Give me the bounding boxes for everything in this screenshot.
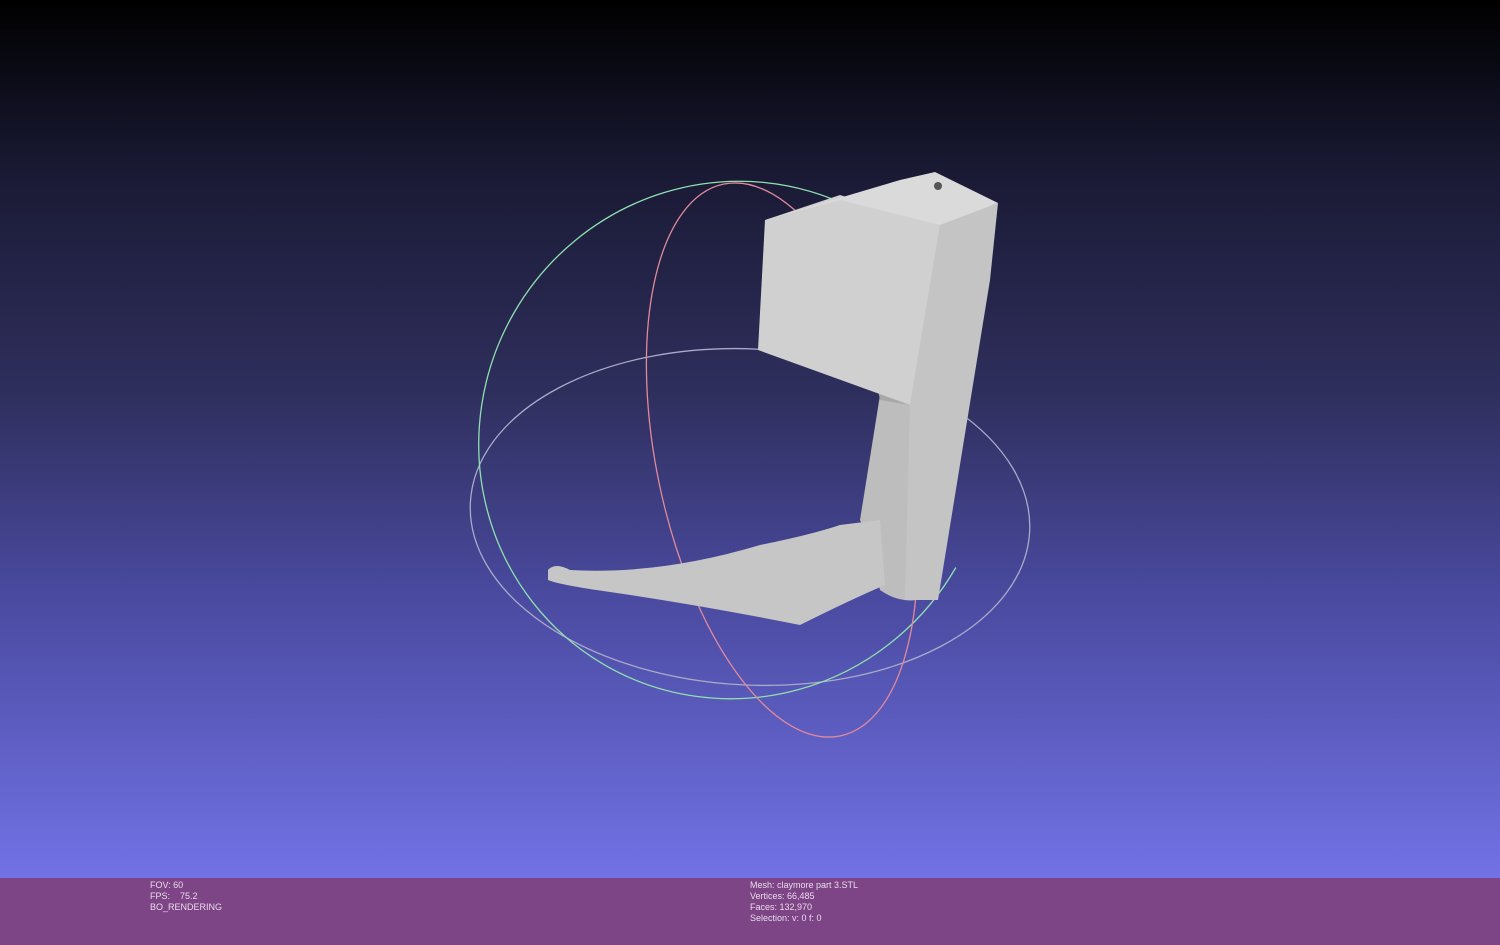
fov-readout: FOV: 60 (150, 880, 184, 890)
vertex-count: Vertices: 66,485 (750, 891, 815, 901)
mesh-block-front (758, 195, 940, 405)
trackball-ring-green (478, 180, 992, 700)
fps-readout: FPS: 75.2 (150, 891, 198, 901)
scene-canvas[interactable] (0, 0, 1500, 878)
render-info: FOV: 60 FPS: 75.2 BO_RENDERING (150, 880, 222, 913)
face-count: Faces: 132,970 (750, 902, 813, 912)
mesh-guard-curve (548, 520, 885, 625)
mesh-hole (934, 182, 942, 190)
render-mode: BO_RENDERING (150, 902, 223, 912)
3d-viewport[interactable] (0, 0, 1500, 878)
status-bar: FOV: 60 FPS: 75.2 BO_RENDERING Mesh: cla… (0, 878, 1500, 945)
mesh-info: Mesh: claymore part 3.STL Vertices: 66,4… (750, 880, 858, 924)
mesh-model[interactable] (548, 172, 998, 625)
trackball-gizmo[interactable] (384, 87, 1086, 792)
selection-info: Selection: v: 0 f: 0 (750, 913, 822, 923)
mesh-name: Mesh: claymore part 3.STL (750, 880, 859, 890)
